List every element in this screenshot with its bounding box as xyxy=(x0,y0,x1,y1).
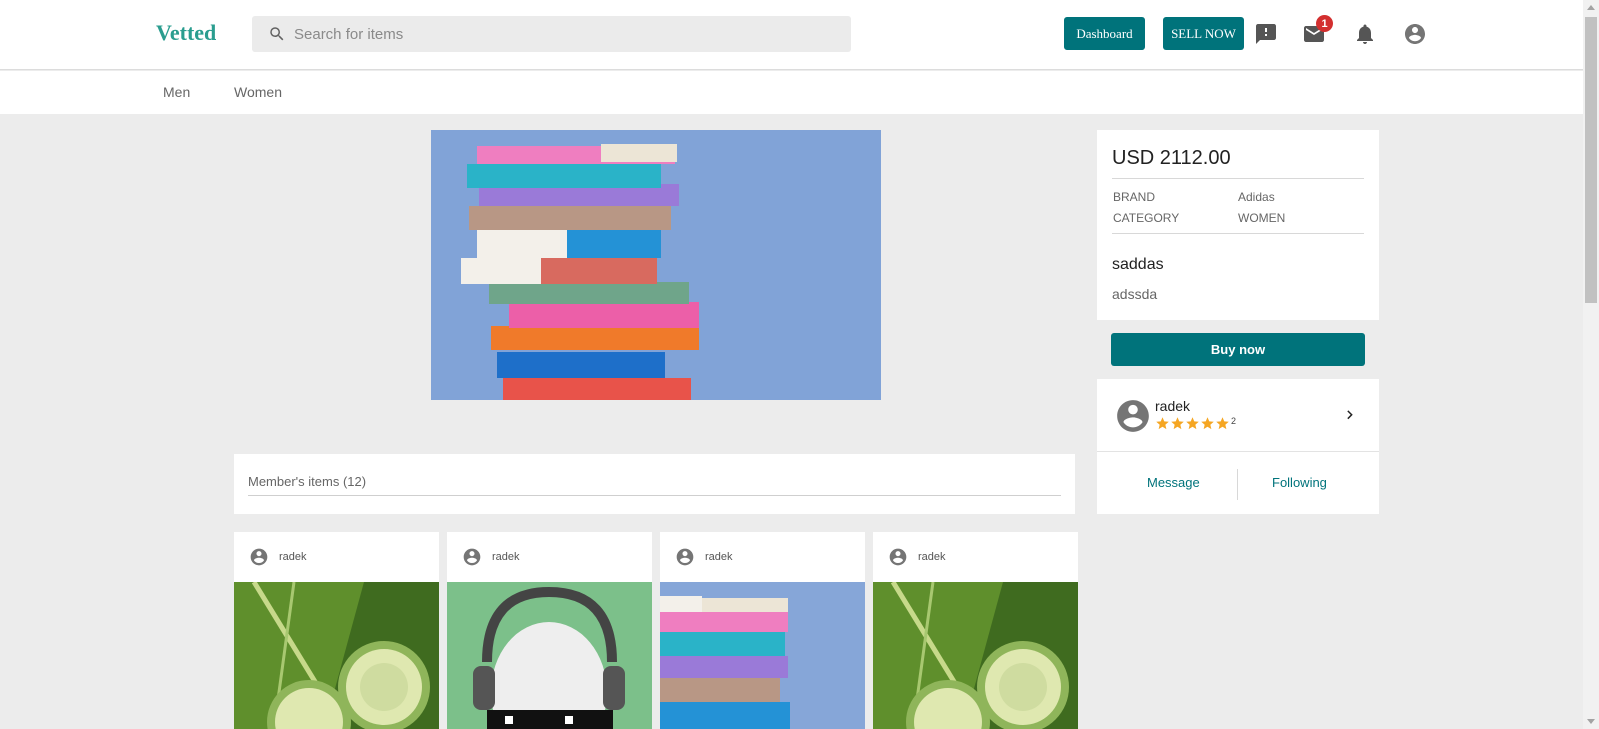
member-item-card[interactable]: radek xyxy=(234,532,439,729)
card-user[interactable]: radek xyxy=(675,547,733,567)
chevron-right-icon[interactable] xyxy=(1341,406,1357,422)
detail-value-category: WOMEN xyxy=(1238,211,1286,225)
member-item-card[interactable]: radek xyxy=(873,532,1078,729)
card-user[interactable]: radek xyxy=(249,547,307,567)
category-nav: Men Women xyxy=(0,71,1583,114)
product-info-panel: USD 2112.00 BRAND Adidas CATEGORY WOMEN … xyxy=(1097,130,1379,320)
search-icon xyxy=(270,27,284,41)
buy-now-button[interactable]: Buy now xyxy=(1111,333,1365,366)
divider xyxy=(1112,233,1364,234)
card-user[interactable]: radek xyxy=(462,547,520,567)
members-items-heading: Member's items (12) xyxy=(248,474,367,489)
dashboard-button[interactable]: Dashboard xyxy=(1064,17,1145,50)
star-icon xyxy=(1185,416,1200,431)
seller-name[interactable]: radek xyxy=(1155,398,1190,414)
rating-count: 2 xyxy=(1231,416,1237,426)
page-scrollbar[interactable] xyxy=(1583,0,1599,729)
message-button[interactable]: Message xyxy=(1147,475,1200,490)
item-image[interactable] xyxy=(447,582,652,729)
logo[interactable]: Vetted xyxy=(156,20,216,46)
card-username: radek xyxy=(279,551,307,563)
member-item-card[interactable]: radek xyxy=(660,532,865,729)
nav-item-men[interactable]: Men xyxy=(163,84,190,100)
user-avatar-icon xyxy=(462,547,482,567)
star-icon xyxy=(1215,416,1230,431)
item-image[interactable] xyxy=(660,582,865,729)
feedback-icon[interactable] xyxy=(1254,22,1278,46)
seller-rating: 2 xyxy=(1155,416,1236,431)
top-bar: Vetted Dashboard SELL NOW 1 xyxy=(0,0,1583,70)
scroll-down-arrow-icon[interactable] xyxy=(1587,719,1595,724)
detail-key-category: CATEGORY xyxy=(1113,211,1180,225)
member-item-card[interactable]: radek xyxy=(447,532,652,729)
item-image[interactable] xyxy=(234,582,439,729)
user-avatar-icon xyxy=(675,547,695,567)
divider xyxy=(1097,451,1379,452)
star-icon xyxy=(1155,416,1170,431)
scrollbar-thumb[interactable] xyxy=(1585,17,1597,303)
user-avatar-icon xyxy=(888,547,908,567)
product-image[interactable] xyxy=(431,130,881,400)
star-icon xyxy=(1200,416,1215,431)
seller-panel: radek 2 Message Following xyxy=(1097,379,1379,514)
account-circle-icon[interactable] xyxy=(1403,22,1427,46)
detail-value-brand: Adidas xyxy=(1238,190,1275,204)
search-input[interactable] xyxy=(294,16,834,52)
divider xyxy=(1112,178,1364,179)
card-username: radek xyxy=(705,551,733,563)
bell-icon[interactable] xyxy=(1353,22,1377,46)
card-username: radek xyxy=(492,551,520,563)
seller-avatar-icon[interactable] xyxy=(1114,397,1152,435)
card-username: radek xyxy=(918,551,946,563)
scroll-up-arrow-icon[interactable] xyxy=(1587,5,1595,10)
nav-item-women[interactable]: Women xyxy=(234,84,282,100)
product-description: adssda xyxy=(1112,286,1158,302)
notification-badge: 1 xyxy=(1316,15,1333,32)
detail-key-brand: BRAND xyxy=(1113,190,1156,204)
members-items-header: Member's items (12) xyxy=(234,454,1075,514)
sell-now-button[interactable]: SELL NOW xyxy=(1163,17,1244,50)
item-image[interactable] xyxy=(873,582,1078,729)
divider xyxy=(248,495,1061,496)
divider xyxy=(1237,469,1238,500)
star-icon xyxy=(1170,416,1185,431)
following-button[interactable]: Following xyxy=(1272,475,1327,490)
search-bar[interactable] xyxy=(252,16,851,52)
product-title: saddas xyxy=(1112,256,1164,273)
user-avatar-icon xyxy=(249,547,269,567)
product-price: USD 2112.00 xyxy=(1112,147,1231,169)
card-user[interactable]: radek xyxy=(888,547,946,567)
